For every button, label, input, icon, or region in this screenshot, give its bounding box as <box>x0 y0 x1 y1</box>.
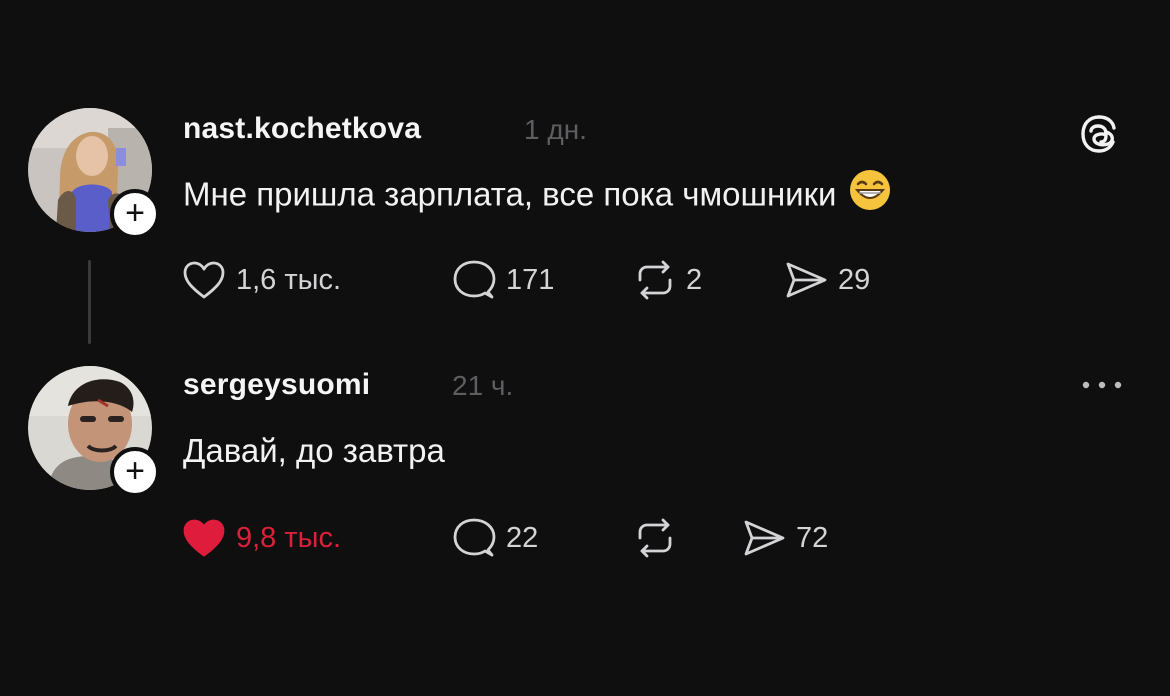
repost-icon <box>638 518 672 558</box>
follow-plus-icon: + <box>125 194 145 232</box>
more-options-icon[interactable] <box>1080 378 1124 396</box>
like-count: 9,8 тыс. <box>236 521 342 554</box>
post-time: 21 ч. <box>452 370 514 401</box>
post-username[interactable]: sergeysuomi <box>183 368 370 402</box>
share-count: 29 <box>838 263 871 296</box>
post-text: Давай, до завтра <box>183 432 445 469</box>
repost-button[interactable]: 2 <box>634 258 702 302</box>
repost-count: 2 <box>686 263 703 296</box>
follow-plus-icon: + <box>125 452 145 490</box>
follow-button[interactable]: + <box>110 189 160 239</box>
comment-button[interactable]: 171 <box>452 258 554 302</box>
heart-icon <box>183 261 225 299</box>
comment-icon <box>453 260 496 299</box>
repost-button[interactable] <box>634 516 686 560</box>
post-time: 1 дн. <box>524 114 587 145</box>
comment-button[interactable]: 22 <box>452 516 538 560</box>
repost-icon <box>638 260 672 300</box>
comment-count: 171 <box>506 263 555 296</box>
share-button[interactable]: 29 <box>784 258 870 302</box>
like-count: 1,6 тыс. <box>236 263 342 296</box>
post-text: Мне пришла зарплата, все пока чмошники <box>183 170 892 220</box>
comment-count: 22 <box>506 521 539 554</box>
share-icon <box>744 520 785 556</box>
share-count: 72 <box>796 521 829 554</box>
follow-button[interactable]: + <box>110 447 160 497</box>
like-button[interactable]: 1,6 тыс. <box>182 258 341 302</box>
post-username[interactable]: nast.kochetkova <box>183 112 421 146</box>
threads-logo-icon[interactable] <box>1078 113 1120 160</box>
thread-connector-line <box>88 260 91 344</box>
heart-icon <box>183 519 225 557</box>
like-button[interactable]: 9,8 тыс. <box>182 516 341 560</box>
share-icon <box>786 262 827 298</box>
share-button[interactable]: 72 <box>742 516 828 560</box>
grinning-face-emoji <box>848 168 892 220</box>
comment-icon <box>453 518 496 557</box>
